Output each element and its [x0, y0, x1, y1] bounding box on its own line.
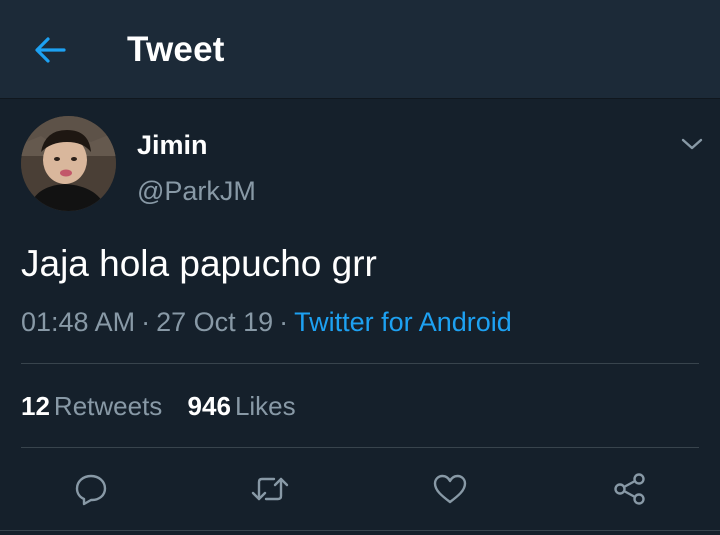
arrow-left-icon	[35, 37, 66, 63]
chevron-down-icon	[681, 138, 703, 150]
retweets-count: 12	[21, 391, 50, 421]
meta-separator: ·	[141, 307, 151, 337]
tweet-metadata: 01:48 AM · 27 Oct 19 · Twitter for Android	[21, 305, 512, 339]
retweets-label: Retweets	[53, 391, 163, 421]
tweet-text: Jaja hola papucho grr	[21, 243, 377, 284]
meta-separator: ·	[279, 307, 289, 337]
reply-button[interactable]	[64, 462, 118, 516]
retweet-button[interactable]	[243, 462, 297, 516]
top-bar: Tweet	[0, 0, 720, 99]
back-button[interactable]	[22, 27, 78, 73]
share-icon	[614, 473, 645, 505]
avatar[interactable]	[21, 116, 116, 211]
tweet-detail-screen: Tweet Jimin @ParkJM Jaja hola papucho gr…	[0, 0, 720, 535]
profile-photo	[21, 116, 116, 211]
likes-label: Likes	[234, 391, 296, 421]
divider	[21, 363, 699, 364]
tweet-stats: 12 Retweets 946 Likes	[21, 390, 314, 422]
tweet-source-link[interactable]: Twitter for Android	[294, 307, 512, 337]
tweet-date: 27 Oct 19	[156, 307, 274, 337]
likes-stat[interactable]: 946 Likes	[188, 390, 296, 422]
reply-icon	[75, 474, 107, 506]
divider	[0, 530, 720, 531]
tweet-options-button[interactable]	[672, 126, 712, 162]
retweets-stat[interactable]: 12 Retweets	[21, 390, 162, 422]
tweet-time: 01:48 AM	[21, 307, 136, 337]
likes-count: 946	[187, 391, 231, 421]
share-button[interactable]	[603, 462, 657, 516]
retweet-icon	[251, 477, 289, 501]
divider	[21, 447, 699, 448]
author-username[interactable]: @ParkJM	[137, 175, 256, 207]
author-display-name[interactable]: Jimin	[137, 129, 208, 161]
tweet-action-bar	[0, 462, 720, 516]
heart-icon	[433, 474, 467, 504]
page-title: Tweet	[127, 30, 225, 69]
like-button[interactable]	[423, 462, 477, 516]
